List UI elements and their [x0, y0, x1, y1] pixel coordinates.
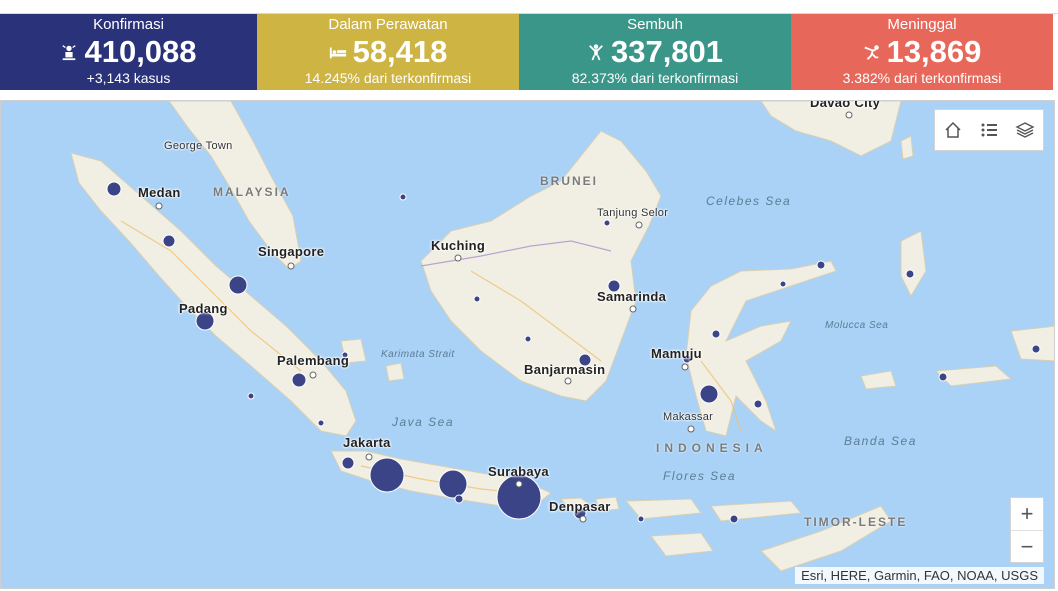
case-bubble[interactable] — [369, 457, 405, 493]
confirmed-person-icon — [62, 45, 77, 61]
case-bubble[interactable] — [699, 384, 719, 404]
stat-value-row: 13,869 — [791, 34, 1053, 70]
recovered-person-icon — [589, 44, 603, 61]
case-bubble[interactable] — [1031, 344, 1041, 354]
land-east-islands — [1010, 325, 1054, 362]
stat-card-deceased: Meninggal 13,869 3.382% dari terkonfirma… — [791, 14, 1053, 90]
stat-value: 58,418 — [352, 34, 448, 69]
stat-subtext: +3,143 kasus — [86, 70, 171, 86]
case-bubble[interactable] — [399, 193, 407, 201]
case-bubble[interactable] — [247, 392, 255, 400]
case-bubble[interactable] — [341, 456, 355, 470]
stat-value-row: 410,088 — [0, 34, 257, 70]
country-label: INDONESIA — [656, 441, 768, 455]
city-label: Samarinda — [597, 289, 667, 304]
country-label: BRUNEI — [540, 174, 599, 188]
city-label: Tanjung Selor — [597, 207, 669, 219]
case-bubble[interactable] — [938, 372, 948, 382]
stat-subtext: 3.382% dari terkonfirmasi — [842, 70, 1002, 86]
case-bubble[interactable] — [905, 269, 915, 279]
map-attribution: Esri, HERE, Garmin, FAO, NOAA, USGS — [795, 567, 1044, 584]
zoom-out-button[interactable]: − — [1011, 530, 1043, 563]
home-icon[interactable] — [942, 119, 964, 141]
stat-card-confirmed: Konfirmasi 410,088 +3,143 kasus — [0, 14, 257, 90]
land-sulawesi — [685, 260, 837, 437]
case-bubble[interactable] — [753, 399, 763, 409]
case-bubble[interactable] — [637, 515, 645, 523]
case-bubble[interactable] — [729, 514, 739, 524]
stat-card-treatment: Dalam Perawatan 58,418 14.245% dari terk… — [257, 14, 519, 90]
layers-icon[interactable] — [1014, 119, 1036, 141]
stats-bar: Konfirmasi 410,088 +3,143 kasus Dalam Pe… — [0, 14, 1058, 90]
land-halmahera — [900, 230, 927, 298]
country-label: MALAYSIA — [213, 185, 291, 199]
land-sumbawa — [624, 498, 702, 520]
city-label: Davao City — [810, 100, 881, 110]
country-label: TIMOR-LESTE — [804, 515, 908, 529]
zoom-in-button[interactable]: + — [1011, 498, 1043, 530]
stat-title: Meninggal — [887, 16, 957, 33]
stat-value: 13,869 — [886, 34, 982, 69]
city-label: Singapore — [258, 244, 325, 259]
deceased-person-icon — [864, 45, 879, 60]
city-label: Jakarta — [343, 435, 391, 450]
sea-label: Flores Sea — [663, 469, 737, 483]
zoom-controls: + − — [1010, 497, 1044, 563]
top-border — [0, 0, 1058, 14]
case-bubble[interactable] — [816, 260, 826, 270]
stat-value-row: 58,418 — [257, 34, 519, 70]
case-bubble[interactable] — [454, 494, 464, 504]
sea-label: Banda Sea — [844, 434, 917, 448]
city-label: Makassar — [663, 411, 714, 423]
city-label: Kuching — [431, 238, 486, 253]
map-widget-bar — [934, 109, 1044, 151]
sea-label: Karimata Strait — [381, 349, 455, 360]
city-label: Medan — [138, 185, 181, 200]
case-bubble[interactable] — [473, 295, 481, 303]
land-flores — [710, 500, 802, 522]
case-bubble[interactable] — [711, 329, 721, 339]
stat-card-recovered: Sembuh 337,801 82.373% dari terkonfirmas… — [519, 14, 791, 90]
city-label: Surabaya — [488, 464, 549, 479]
legend-list-icon[interactable] — [978, 119, 1000, 141]
land-sumba — [650, 532, 714, 557]
stat-subtext: 82.373% dari terkonfirmasi — [571, 70, 739, 86]
case-bubble[interactable] — [291, 372, 307, 388]
city-label: Banjarmasin — [524, 362, 606, 377]
city-label: Denpasar — [549, 499, 611, 514]
case-bubble[interactable] — [438, 469, 468, 499]
case-bubble[interactable] — [779, 280, 787, 288]
land-borneo — [420, 130, 662, 402]
case-bubble[interactable] — [162, 234, 176, 248]
sea-label: Molucca Sea — [825, 320, 889, 331]
stat-subtext: 14.245% dari terkonfirmasi — [304, 70, 472, 86]
sea-label: Java Sea — [392, 415, 455, 429]
case-bubble[interactable] — [524, 335, 532, 343]
case-bubble[interactable] — [106, 181, 122, 197]
city-label: Padang — [179, 301, 228, 316]
city-label: George Town — [164, 140, 233, 152]
stat-value-row: 337,801 — [519, 34, 791, 70]
city-label: Palembang — [277, 353, 350, 368]
land-belitung — [385, 362, 405, 382]
stat-value: 337,801 — [610, 34, 724, 69]
stat-title: Sembuh — [627, 16, 683, 33]
map-view[interactable]: Davao City George Town Medan Singapore P… — [0, 100, 1055, 589]
stat-title: Dalam Perawatan — [328, 16, 448, 33]
hospital-bed-icon — [329, 47, 346, 59]
sea-label: Celebes Sea — [706, 194, 792, 208]
stat-title: Konfirmasi — [93, 16, 164, 33]
case-bubble[interactable] — [603, 219, 611, 227]
city-label: Mamuju — [651, 346, 702, 361]
stat-value: 410,088 — [84, 34, 197, 69]
case-bubble[interactable] — [317, 419, 325, 427]
case-bubble[interactable] — [228, 275, 248, 295]
land-sangihe — [900, 135, 914, 160]
land-buru — [860, 370, 897, 390]
